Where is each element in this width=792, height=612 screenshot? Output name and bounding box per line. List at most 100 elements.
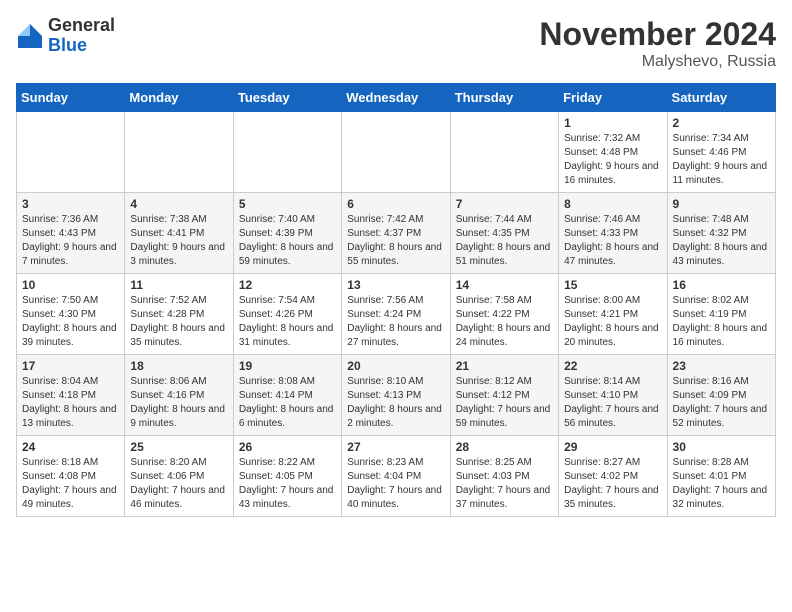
- calendar-cell: 22Sunrise: 8:14 AM Sunset: 4:10 PM Dayli…: [559, 355, 667, 436]
- day-detail: Sunrise: 8:06 AM Sunset: 4:16 PM Dayligh…: [130, 375, 227, 431]
- day-number: 22: [564, 359, 661, 373]
- day-number: 10: [22, 278, 119, 292]
- day-number: 15: [564, 278, 661, 292]
- calendar-cell: [342, 112, 450, 193]
- calendar-cell: 9Sunrise: 7:48 AM Sunset: 4:32 PM Daylig…: [667, 193, 775, 274]
- calendar-cell: 12 Sunrise: 7:54 AM Sunset: 4:26 PM Dayli…: [233, 274, 341, 355]
- day-number: 12: [239, 278, 336, 292]
- calendar-cell: 13Sunrise: 7:56 AM Sunset: 4:24 PM Dayli…: [342, 274, 450, 355]
- calendar-cell: 10 Sunrise: 7:50 AM Sunset: 4:30 PM Dayli…: [17, 274, 125, 355]
- day-detail: Sunrise: 7:38 AM Sunset: 4:41 PM Dayligh…: [130, 213, 227, 269]
- day-number: 29: [564, 440, 661, 454]
- day-detail: Sunrise: 8:28 AM Sunset: 4:01 PM Dayligh…: [673, 456, 770, 512]
- title-block: November 2024 Malyshevo, Russia: [539, 16, 776, 71]
- weekday-header: Saturday: [667, 84, 775, 112]
- calendar-cell: [450, 112, 558, 193]
- calendar-week-row: 10 Sunrise: 7:50 AM Sunset: 4:30 PM Dayli…: [17, 274, 776, 355]
- day-detail: Sunrise: 7:40 AM Sunset: 4:39 PM Dayligh…: [239, 213, 336, 269]
- day-number: 24: [22, 440, 119, 454]
- calendar-cell: 5Sunrise: 7:40 AM Sunset: 4:39 PM Daylig…: [233, 193, 341, 274]
- day-number: 8: [564, 197, 661, 211]
- weekday-header: Wednesday: [342, 84, 450, 112]
- calendar-cell: 20Sunrise: 8:10 AM Sunset: 4:13 PM Dayli…: [342, 355, 450, 436]
- day-number: 25: [130, 440, 227, 454]
- day-detail: Sunrise: 7:50 AM Sunset: 4:30 PM Dayligh…: [22, 294, 119, 350]
- calendar-cell: 8 Sunrise: 7:46 AM Sunset: 4:33 PM Daylig…: [559, 193, 667, 274]
- calendar-cell: 11 Sunrise: 7:52 AM Sunset: 4:28 PM Dayli…: [125, 274, 233, 355]
- calendar-cell: 28 Sunrise: 8:25 AM Sunset: 4:03 PM Dayli…: [450, 436, 558, 517]
- day-number: 30: [673, 440, 770, 454]
- calendar-cell: [233, 112, 341, 193]
- logo-general: General: [48, 16, 115, 36]
- calendar-cell: [125, 112, 233, 193]
- calendar-cell: 26 Sunrise: 8:22 AM Sunset: 4:05 PM Dayli…: [233, 436, 341, 517]
- day-number: 4: [130, 197, 227, 211]
- calendar-cell: 1 Sunrise: 7:32 AM Sunset: 4:48 PM Daylig…: [559, 112, 667, 193]
- calendar-table: SundayMondayTuesdayWednesdayThursdayFrid…: [16, 83, 776, 517]
- day-number: 26: [239, 440, 336, 454]
- calendar-week-row: 24 Sunrise: 8:18 AM Sunset: 4:08 PM Dayli…: [17, 436, 776, 517]
- day-number: 23: [673, 359, 770, 373]
- day-number: 6: [347, 197, 444, 211]
- day-detail: Sunrise: 8:25 AM Sunset: 4:03 PM Dayligh…: [456, 456, 553, 512]
- day-detail: Sunrise: 7:46 AM Sunset: 4:33 PM Dayligh…: [564, 213, 661, 269]
- page-header: General Blue November 2024 Malyshevo, Ru…: [16, 16, 776, 71]
- calendar-cell: [17, 112, 125, 193]
- day-detail: Sunrise: 8:23 AM Sunset: 4:04 PM Dayligh…: [347, 456, 444, 512]
- calendar-cell: 21 Sunrise: 8:12 AM Sunset: 4:12 PM Dayli…: [450, 355, 558, 436]
- day-detail: Sunrise: 8:20 AM Sunset: 4:06 PM Dayligh…: [130, 456, 227, 512]
- day-detail: Sunrise: 7:48 AM Sunset: 4:32 PM Dayligh…: [673, 213, 770, 269]
- location: Malyshevo, Russia: [539, 53, 776, 71]
- day-detail: Sunrise: 7:56 AM Sunset: 4:24 PM Dayligh…: [347, 294, 444, 350]
- day-detail: Sunrise: 8:18 AM Sunset: 4:08 PM Dayligh…: [22, 456, 119, 512]
- calendar-cell: 25 Sunrise: 8:20 AM Sunset: 4:06 PM Dayli…: [125, 436, 233, 517]
- day-number: 18: [130, 359, 227, 373]
- calendar-cell: 4 Sunrise: 7:38 AM Sunset: 4:41 PM Daylig…: [125, 193, 233, 274]
- day-number: 1: [564, 116, 661, 130]
- day-detail: Sunrise: 8:00 AM Sunset: 4:21 PM Dayligh…: [564, 294, 661, 350]
- calendar-cell: 24 Sunrise: 8:18 AM Sunset: 4:08 PM Dayli…: [17, 436, 125, 517]
- calendar-cell: 17 Sunrise: 8:04 AM Sunset: 4:18 PM Dayli…: [17, 355, 125, 436]
- day-detail: Sunrise: 8:04 AM Sunset: 4:18 PM Dayligh…: [22, 375, 119, 431]
- weekday-header: Sunday: [17, 84, 125, 112]
- day-number: 16: [673, 278, 770, 292]
- day-detail: Sunrise: 8:02 AM Sunset: 4:19 PM Dayligh…: [673, 294, 770, 350]
- day-number: 28: [456, 440, 553, 454]
- calendar-cell: 3 Sunrise: 7:36 AM Sunset: 4:43 PM Daylig…: [17, 193, 125, 274]
- calendar-cell: 6Sunrise: 7:42 AM Sunset: 4:37 PM Daylig…: [342, 193, 450, 274]
- day-number: 21: [456, 359, 553, 373]
- day-detail: Sunrise: 7:32 AM Sunset: 4:48 PM Dayligh…: [564, 132, 661, 188]
- day-detail: Sunrise: 8:22 AM Sunset: 4:05 PM Dayligh…: [239, 456, 336, 512]
- day-detail: Sunrise: 7:54 AM Sunset: 4:26 PM Dayligh…: [239, 294, 336, 350]
- calendar-cell: 7Sunrise: 7:44 AM Sunset: 4:35 PM Daylig…: [450, 193, 558, 274]
- calendar-cell: 23 Sunrise: 8:16 AM Sunset: 4:09 PM Dayli…: [667, 355, 775, 436]
- day-detail: Sunrise: 7:44 AM Sunset: 4:35 PM Dayligh…: [456, 213, 553, 269]
- logo-icon: [16, 22, 44, 50]
- calendar-cell: 30 Sunrise: 8:28 AM Sunset: 4:01 PM Dayli…: [667, 436, 775, 517]
- day-number: 3: [22, 197, 119, 211]
- day-number: 17: [22, 359, 119, 373]
- day-number: 19: [239, 359, 336, 373]
- day-detail: Sunrise: 7:52 AM Sunset: 4:28 PM Dayligh…: [130, 294, 227, 350]
- day-detail: Sunrise: 8:27 AM Sunset: 4:02 PM Dayligh…: [564, 456, 661, 512]
- weekday-header: Tuesday: [233, 84, 341, 112]
- day-detail: Sunrise: 8:16 AM Sunset: 4:09 PM Dayligh…: [673, 375, 770, 431]
- calendar-cell: 15 Sunrise: 8:00 AM Sunset: 4:21 PM Dayli…: [559, 274, 667, 355]
- calendar-cell: 29 Sunrise: 8:27 AM Sunset: 4:02 PM Dayli…: [559, 436, 667, 517]
- weekday-header: Friday: [559, 84, 667, 112]
- logo-blue: Blue: [48, 36, 115, 56]
- calendar-cell: 2Sunrise: 7:34 AM Sunset: 4:46 PM Daylig…: [667, 112, 775, 193]
- day-number: 20: [347, 359, 444, 373]
- calendar-cell: 19 Sunrise: 8:08 AM Sunset: 4:14 PM Dayli…: [233, 355, 341, 436]
- day-detail: Sunrise: 8:12 AM Sunset: 4:12 PM Dayligh…: [456, 375, 553, 431]
- calendar-cell: 27 Sunrise: 8:23 AM Sunset: 4:04 PM Dayli…: [342, 436, 450, 517]
- calendar-week-row: 17 Sunrise: 8:04 AM Sunset: 4:18 PM Dayli…: [17, 355, 776, 436]
- day-detail: Sunrise: 7:36 AM Sunset: 4:43 PM Dayligh…: [22, 213, 119, 269]
- day-detail: Sunrise: 8:08 AM Sunset: 4:14 PM Dayligh…: [239, 375, 336, 431]
- day-number: 27: [347, 440, 444, 454]
- weekday-header-row: SundayMondayTuesdayWednesdayThursdayFrid…: [17, 84, 776, 112]
- day-number: 11: [130, 278, 227, 292]
- calendar-cell: 16 Sunrise: 8:02 AM Sunset: 4:19 PM Dayli…: [667, 274, 775, 355]
- logo: General Blue: [16, 16, 115, 56]
- day-detail: Sunrise: 7:34 AM Sunset: 4:46 PM Dayligh…: [673, 132, 770, 188]
